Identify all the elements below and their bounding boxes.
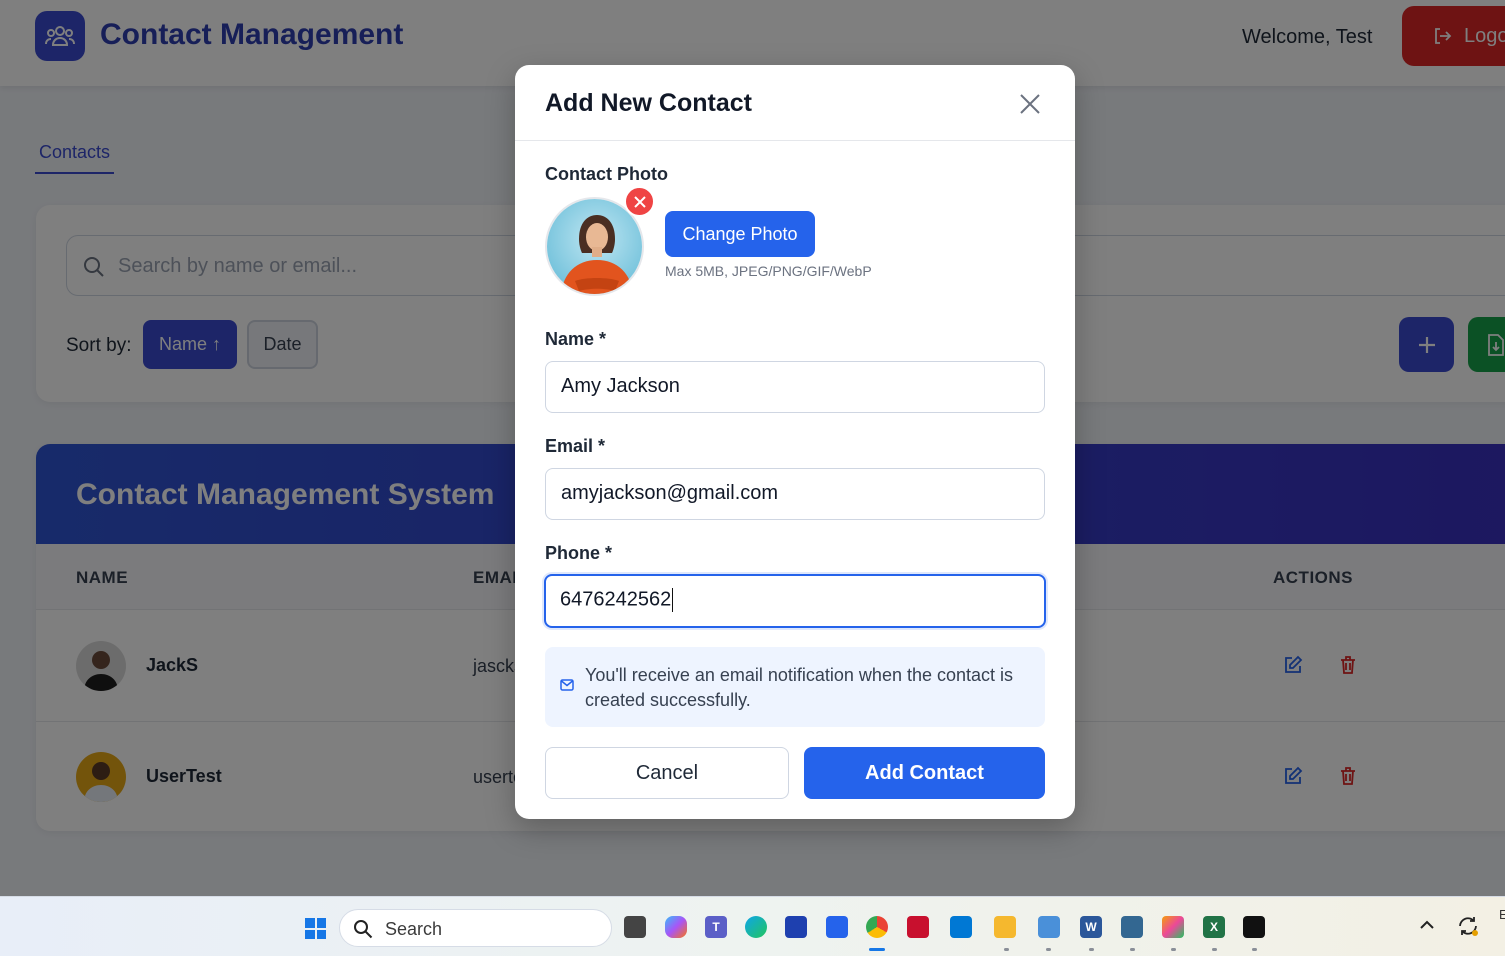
chrome-icon[interactable] (866, 916, 888, 938)
notepad-icon[interactable] (1038, 916, 1060, 938)
close-icon (633, 195, 646, 208)
excel-icon[interactable]: X (1203, 916, 1225, 938)
taskbar: Search T W X E (0, 896, 1505, 956)
mcafee-icon[interactable] (907, 916, 929, 938)
running-indicator (1130, 948, 1135, 951)
running-indicator (1004, 948, 1009, 951)
email-label: Email * (545, 436, 606, 456)
phone-value: 6476242562 (560, 588, 672, 611)
running-indicator (1171, 948, 1176, 951)
phone-field[interactable]: 6476242562 (544, 574, 1046, 628)
running-indicator (1046, 948, 1051, 951)
photo-hint: Max 5MB, JPEG/PNG/GIF/WebP (665, 263, 872, 279)
phone-label: Phone * (545, 543, 613, 563)
name-label: Name * (545, 329, 607, 349)
app-icon[interactable] (1243, 916, 1265, 938)
tray-clock-text: E (1499, 907, 1505, 922)
email-notice: You'll receive an email notification whe… (545, 647, 1045, 727)
add-contact-submit-button[interactable]: Add Contact (804, 747, 1045, 799)
task-view-icon[interactable] (624, 916, 646, 938)
modal-title: Add New Contact (545, 89, 752, 117)
notice-text: You'll receive an email notification whe… (585, 665, 1014, 710)
sync-icon[interactable] (1456, 914, 1480, 943)
windows-start-icon[interactable] (305, 918, 326, 939)
modal-header: Add New Contact (515, 65, 1075, 141)
name-field[interactable]: Amy Jackson (545, 361, 1045, 413)
active-app-indicator (869, 948, 885, 951)
add-contact-modal: Add New Contact Contact Photo Change Pho… (515, 65, 1075, 819)
postgresql-icon[interactable] (1121, 916, 1143, 938)
vscode-icon[interactable] (950, 916, 972, 938)
app-icon[interactable] (1162, 916, 1184, 938)
text-caret (672, 588, 674, 612)
app-icon[interactable] (826, 916, 848, 938)
email-field[interactable]: amyjackson@gmail.com (545, 468, 1045, 520)
store-icon[interactable] (785, 916, 807, 938)
taskbar-search[interactable]: Search (339, 909, 612, 947)
edge-icon[interactable] (745, 916, 767, 938)
running-indicator (1252, 948, 1257, 951)
file-explorer-icon[interactable] (994, 916, 1016, 938)
running-indicator (1212, 948, 1217, 951)
search-icon (354, 920, 373, 939)
change-photo-button[interactable]: Change Photo (665, 211, 815, 257)
cancel-button[interactable]: Cancel (545, 747, 789, 799)
copilot-icon[interactable] (665, 916, 687, 938)
remove-photo-button[interactable] (624, 186, 655, 217)
photo-label: Contact Photo (545, 164, 668, 184)
running-indicator (1089, 948, 1094, 951)
chevron-up-icon[interactable] (1418, 916, 1436, 939)
taskbar-search-label: Search (385, 919, 443, 939)
word-icon[interactable]: W (1080, 916, 1102, 938)
mail-icon (560, 679, 574, 691)
close-icon[interactable] (1015, 89, 1045, 119)
teams-icon[interactable]: T (705, 916, 727, 938)
